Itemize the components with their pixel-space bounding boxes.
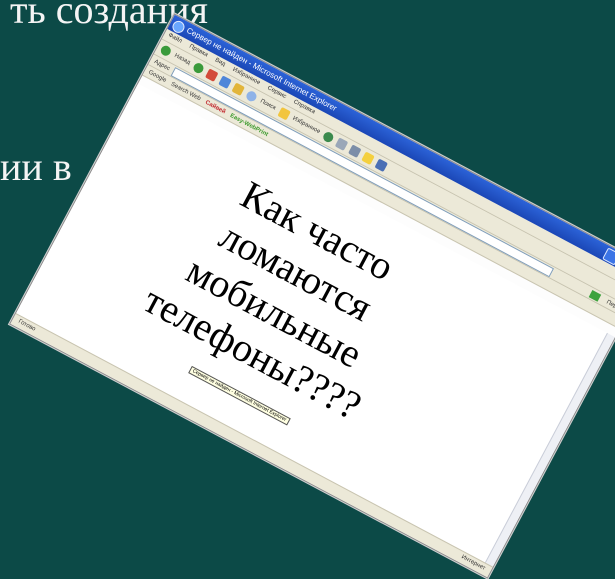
- refresh-icon[interactable]: [218, 75, 232, 90]
- forward-icon[interactable]: [191, 61, 206, 75]
- search-label[interactable]: Поиск: [259, 98, 277, 111]
- mail-icon[interactable]: [334, 137, 349, 152]
- history-icon[interactable]: [321, 130, 336, 145]
- stop-icon[interactable]: [205, 68, 219, 83]
- folder-icon[interactable]: [361, 151, 375, 166]
- favorites-icon[interactable]: [277, 106, 291, 121]
- search-icon[interactable]: [244, 89, 259, 104]
- home-icon[interactable]: [231, 82, 246, 97]
- back-icon[interactable]: [159, 43, 173, 58]
- print-icon[interactable]: [348, 144, 362, 159]
- background-text-fragment: ии в: [0, 144, 72, 189]
- word-icon[interactable]: [374, 158, 389, 173]
- back-label[interactable]: Назад: [173, 53, 191, 66]
